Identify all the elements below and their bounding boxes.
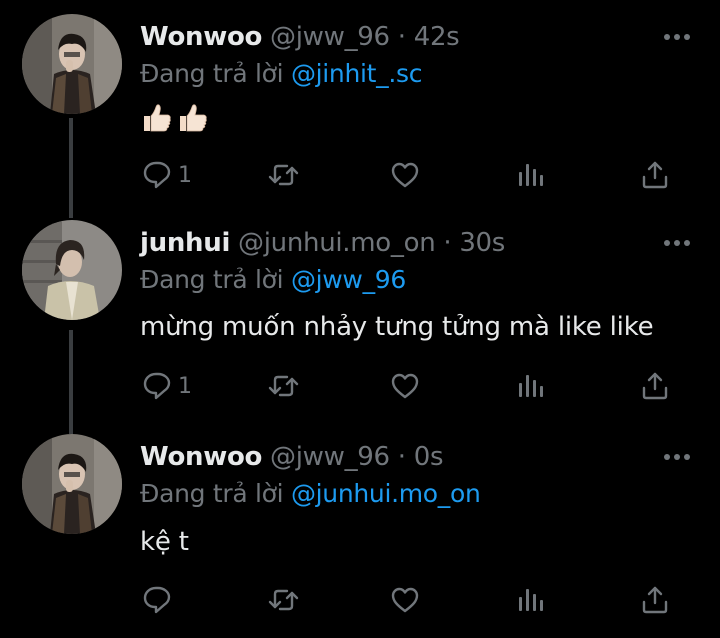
timestamp[interactable]: 30s (459, 228, 505, 258)
thumbs-up-emoji (144, 103, 171, 131)
tweet-actions: 1 (0, 155, 720, 199)
tweet-header: junhui @junhui.mo_on · 30s (140, 226, 505, 260)
tweet-header: Wonwoo @jww_96 · 42s (140, 20, 460, 54)
timestamp[interactable]: 42s (414, 22, 460, 52)
tweet-text: kệ t (140, 527, 189, 557)
views-icon (519, 589, 543, 611)
reply-icon (143, 161, 171, 189)
share-button[interactable] (640, 580, 670, 620)
retweet-button[interactable] (268, 366, 300, 406)
like-button[interactable] (390, 366, 420, 406)
thumbs-up-emoji (180, 103, 207, 131)
reply-button[interactable] (142, 580, 178, 620)
views-icon (519, 164, 543, 186)
tweet-text (140, 100, 212, 135)
share-button[interactable] (640, 155, 670, 195)
views-icon (519, 375, 543, 397)
share-icon (642, 372, 668, 400)
reply-button[interactable]: 1 (142, 155, 192, 195)
wonwoo-avatar (22, 434, 122, 534)
replying-to: Đang trả lời @jinhit_.sc (140, 58, 422, 90)
avatar[interactable] (22, 14, 122, 114)
like-button[interactable] (390, 580, 420, 620)
reply-count: 1 (178, 162, 192, 188)
separator: · (397, 442, 406, 472)
reply-count: 1 (178, 373, 192, 399)
tweet-text: mừng muốn nhảy tưng tửng mà like like (140, 312, 654, 342)
avatar[interactable] (22, 220, 122, 320)
views-button[interactable] (516, 580, 546, 620)
tweet-actions: 1 (0, 366, 720, 410)
mention-link[interactable]: @junhui.mo_on (291, 479, 481, 508)
more-icon[interactable] (664, 452, 692, 462)
like-icon (391, 587, 419, 613)
reply-icon (143, 372, 171, 400)
more-icon[interactable] (664, 238, 692, 248)
replying-to-label: Đang trả lời (140, 59, 291, 88)
like-icon (391, 162, 419, 188)
share-icon (642, 161, 668, 189)
display-name[interactable]: junhui (140, 228, 230, 258)
replying-to-label: Đang trả lời (140, 265, 291, 294)
user-handle[interactable]: @jww_96 (270, 442, 390, 472)
tweet-header: Wonwoo @jww_96 · 0s (140, 440, 443, 474)
retweet-icon (268, 589, 299, 611)
retweet-icon (268, 375, 299, 397)
retweet-icon (268, 164, 299, 186)
user-handle[interactable]: @jww_96 (270, 22, 390, 52)
tweet[interactable]: Wonwoo @jww_96 · 42s Đang trả lời @jinhi… (0, 12, 720, 217)
retweet-button[interactable] (268, 580, 300, 620)
replying-to-label: Đang trả lời (140, 479, 291, 508)
separator: · (397, 22, 406, 52)
display-name[interactable]: Wonwoo (140, 442, 262, 472)
share-button[interactable] (640, 366, 670, 406)
views-button[interactable] (516, 155, 546, 195)
timestamp[interactable]: 0s (414, 442, 444, 472)
reply-button[interactable]: 1 (142, 366, 192, 406)
reply-icon (143, 586, 171, 614)
user-handle[interactable]: @junhui.mo_on (238, 228, 436, 258)
separator: · (443, 228, 452, 258)
avatar[interactable] (22, 434, 122, 534)
share-icon (642, 586, 668, 614)
replying-to: Đang trả lời @junhui.mo_on (140, 478, 481, 510)
like-icon (391, 373, 419, 399)
wonwoo-avatar (22, 14, 122, 114)
tweet[interactable]: junhui @junhui.mo_on · 30s Đang trả lời … (0, 218, 720, 430)
mention-link[interactable]: @jww_96 (291, 265, 406, 294)
views-button[interactable] (516, 366, 546, 406)
mention-link[interactable]: @jinhit_.sc (291, 59, 423, 88)
junhui-avatar (22, 220, 122, 320)
display-name[interactable]: Wonwoo (140, 22, 262, 52)
like-button[interactable] (390, 155, 420, 195)
tweet[interactable]: Wonwoo @jww_96 · 0s Đang trả lời @junhui… (0, 432, 720, 638)
more-icon[interactable] (664, 32, 692, 42)
tweet-actions (0, 580, 720, 624)
replying-to: Đang trả lời @jww_96 (140, 264, 406, 296)
retweet-button[interactable] (268, 155, 300, 195)
